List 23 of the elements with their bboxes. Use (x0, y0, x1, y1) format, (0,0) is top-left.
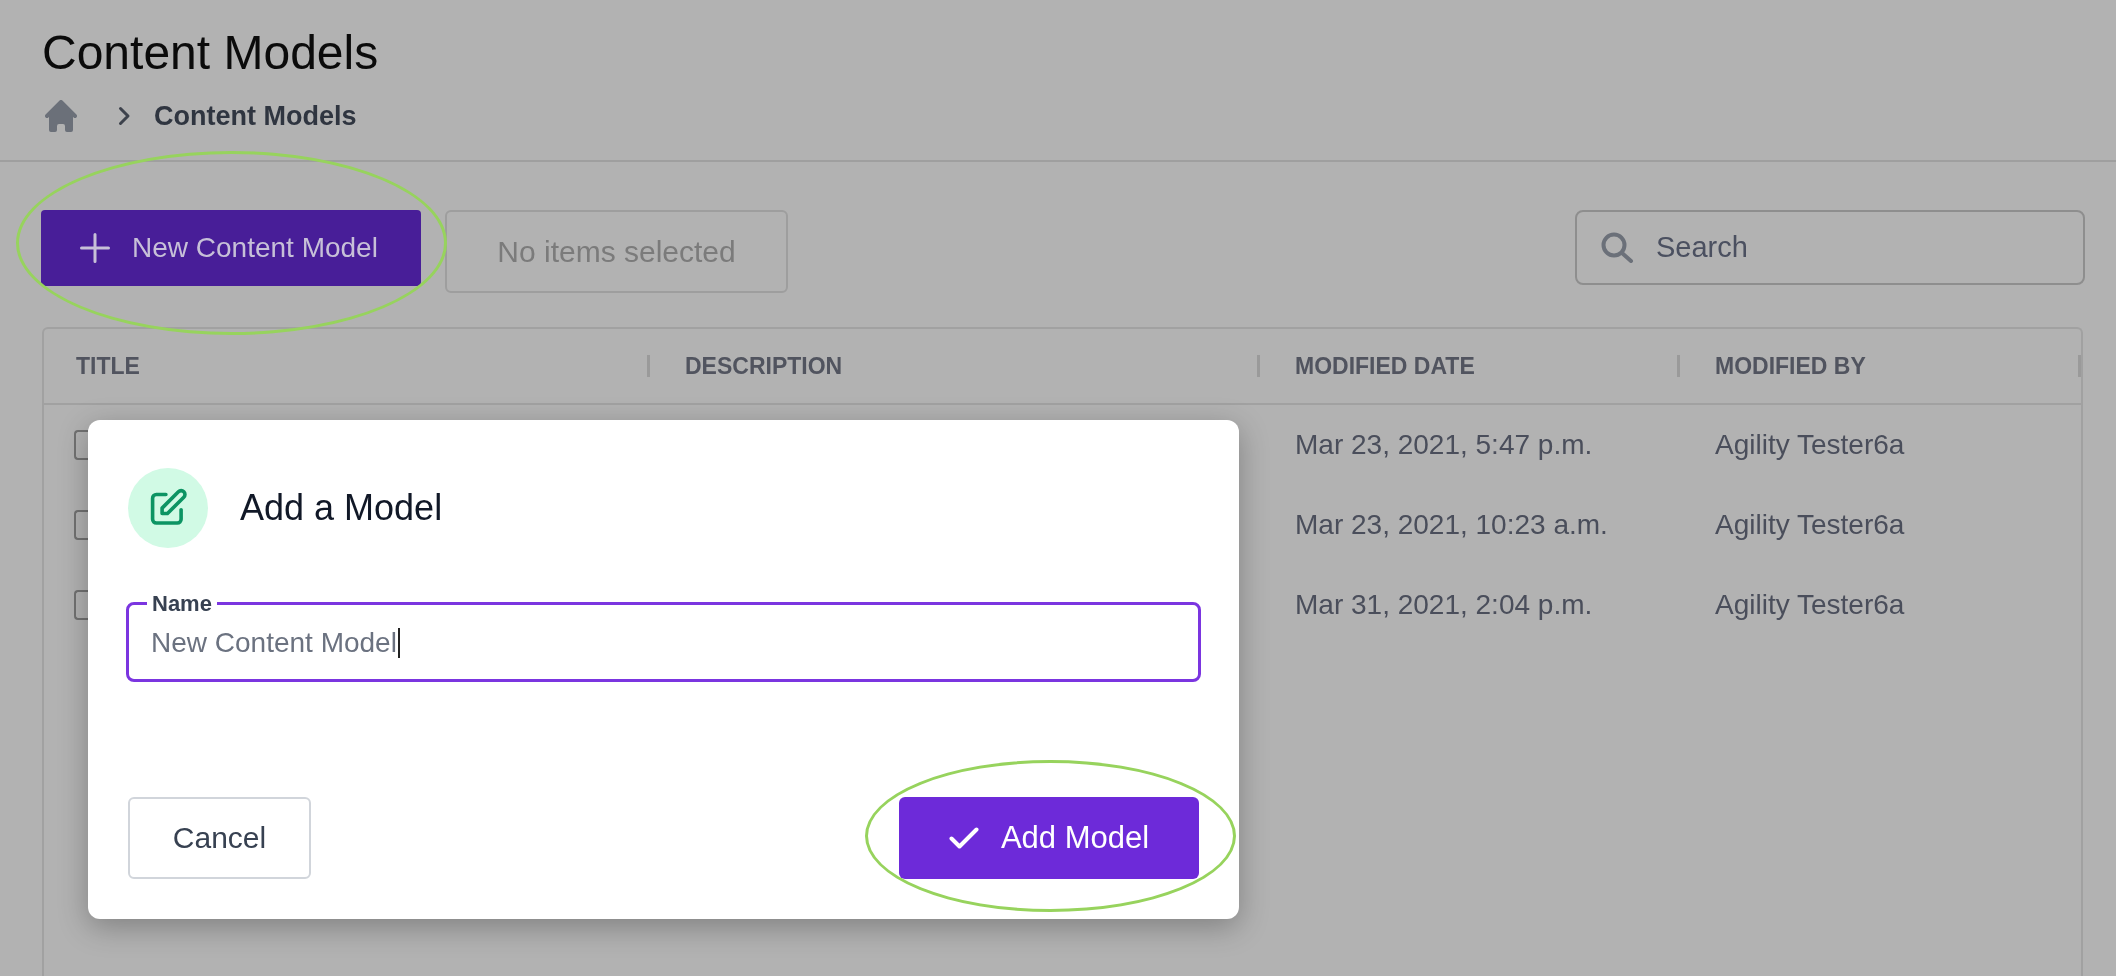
page-title: Content Models (42, 25, 379, 80)
table-cell: Mar 31, 2021, 2:04 p.m. (1295, 589, 1593, 621)
search-icon (1601, 232, 1634, 263)
dialog-title: Add a Model (240, 487, 443, 529)
search-field[interactable]: Search (1575, 210, 2085, 285)
cancel-button[interactable]: Cancel (128, 797, 311, 879)
table-cell: Agility Tester6a (1715, 509, 1905, 541)
plus-icon (80, 233, 110, 263)
table-cell: Agility Tester6a (1715, 589, 1905, 621)
breadcrumb-item: Content Models (154, 100, 357, 132)
submit-button[interactable]: Add Model (899, 797, 1199, 879)
chevron-icon (118, 106, 131, 126)
column-header: MODIFIED BY (1715, 352, 1866, 380)
column-header: TITLE (76, 352, 140, 380)
column-header: DESCRIPTION (685, 352, 843, 380)
home-icon[interactable] (44, 100, 78, 132)
table-cell: Mar 23, 2021, 5:47 p.m. (1295, 429, 1593, 461)
column-header: MODIFIED DATE (1295, 352, 1475, 380)
table-cell: Mar 23, 2021, 10:23 a.m. (1295, 509, 1608, 541)
table-cell: Agility Tester6a (1715, 429, 1905, 461)
new-model-button[interactable]: New Content Model (41, 210, 421, 286)
edit-icon (128, 468, 208, 548)
check-icon (948, 827, 979, 849)
